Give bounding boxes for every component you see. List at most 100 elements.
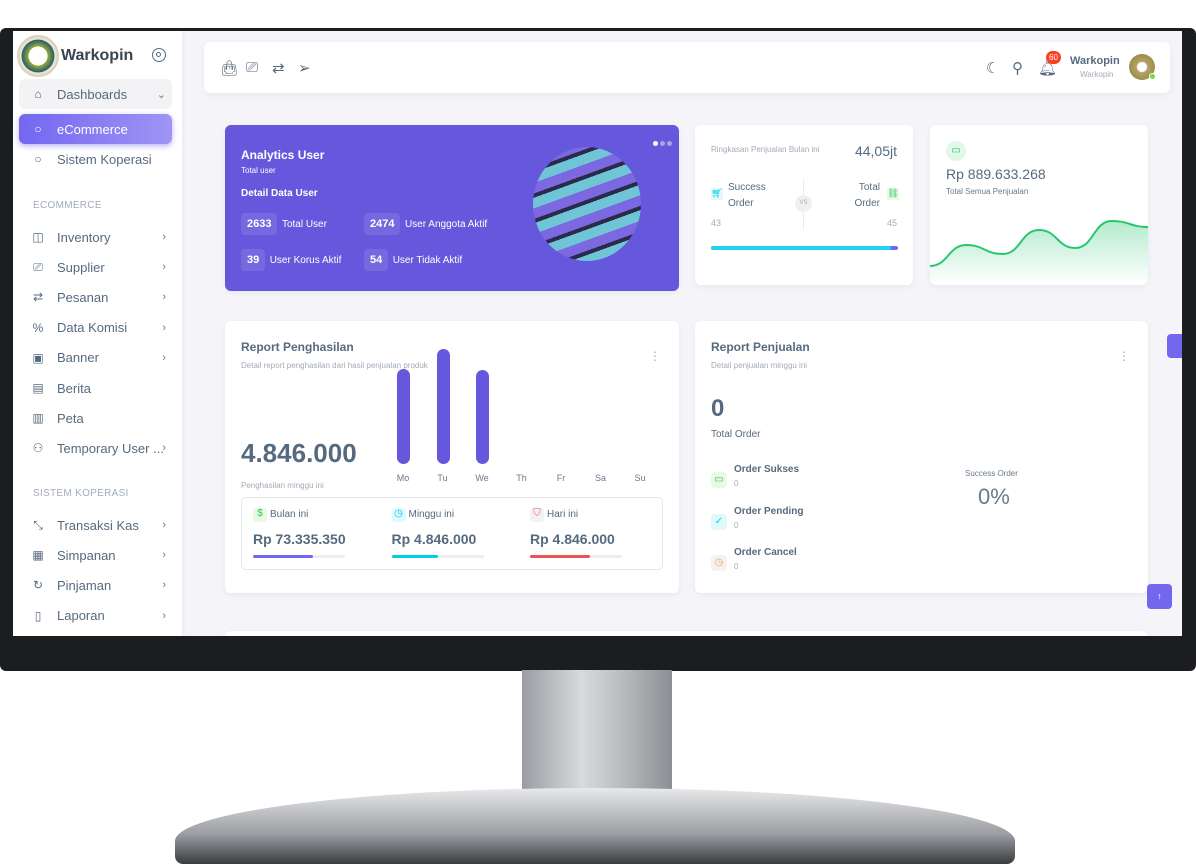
summary-progress xyxy=(530,555,622,558)
moon-icon[interactable]: ☾ xyxy=(986,59,999,77)
report-penjualan-card: Report Penjualan Detail penjualan minggu… xyxy=(695,321,1148,593)
chevron-right-icon: › xyxy=(162,231,166,243)
file-text-icon: ▤ xyxy=(32,381,44,395)
chevron-right-icon: › xyxy=(162,321,166,334)
sidebar-item[interactable]: ◫ Inventory › xyxy=(19,222,172,252)
bar-Tu xyxy=(436,349,450,464)
next-row-card xyxy=(225,631,1148,636)
chevron-right-icon: › xyxy=(162,291,166,304)
sidebar-item-ecommerce[interactable]: ○ eCommerce xyxy=(19,114,172,144)
success-order-percent: 0% xyxy=(978,484,1010,509)
summary-label: Minggu ini xyxy=(408,509,455,520)
card-title: Analytics User xyxy=(241,148,325,162)
stat-korus-aktif: 39 User Korus Aktif xyxy=(241,249,341,271)
ringkasan-card: Ringkasan Penjualan Bulan ini 44,05jt 🛒︎… xyxy=(695,125,913,285)
stat-tidak-aktif: 54 User Tidak Aktif xyxy=(364,249,462,271)
chevron-right-icon: › xyxy=(162,519,166,531)
summary-progress xyxy=(253,555,345,558)
cast-icon[interactable]: ⎚ xyxy=(246,59,258,76)
day-label: Fr xyxy=(556,473,566,483)
day-label: Sa xyxy=(594,473,606,483)
repeat-icon[interactable]: ⇄ xyxy=(272,59,285,77)
home-icon: ⌂ xyxy=(34,87,42,101)
sidebar-item[interactable]: ↻ Pinjaman › xyxy=(19,570,172,600)
circle-icon: ○ xyxy=(34,122,42,136)
summary-value: Rp 4.846.000 xyxy=(391,531,477,547)
analytics-user-card: Analytics User Total user Detail Data Us… xyxy=(225,125,679,291)
shopping-bag-icon: ◫ xyxy=(32,230,44,244)
bar-We xyxy=(476,369,489,464)
ringkasan-value: 44,05jt xyxy=(854,143,897,159)
avatar[interactable] xyxy=(1129,54,1156,80)
day-label: Mo xyxy=(396,473,410,483)
sidebar-item-dashboards[interactable]: ⌂ Dashboards ⌄ xyxy=(19,79,172,109)
card-title: Report Penjualan xyxy=(711,340,810,354)
cast-icon: ⎚ xyxy=(33,260,43,275)
sidebar-item[interactable]: ▤ Berita xyxy=(19,373,172,403)
warkopin-logo xyxy=(17,35,59,77)
summary-progress xyxy=(391,555,484,558)
screen: Warkopin ⌂ Dashboards ⌄ ○ eCommerce ○ Sistem… xyxy=(13,31,1182,636)
sidebar-item[interactable]: ▯ Laporan › xyxy=(19,601,172,631)
user-role: Warkopin xyxy=(1080,70,1114,79)
order-value: 0 xyxy=(734,562,739,571)
sidebar-item[interactable]: ▥ Peta xyxy=(19,403,172,433)
carousel-dots[interactable] xyxy=(653,141,672,146)
summary-label: Bulan ini xyxy=(270,509,309,520)
brand-name: Warkopin xyxy=(61,47,134,64)
stat-total-user: 2633 Total User xyxy=(241,213,327,235)
detail-title: Detail Data User xyxy=(241,188,318,199)
more-vertical-icon[interactable]: ⋮ xyxy=(1118,349,1130,363)
total-sales-card: ▭ Rp 889.633.268 Total Semua Penjualan xyxy=(930,125,1148,285)
vs-badge: VS xyxy=(795,195,812,212)
chevron-right-icon: › xyxy=(162,579,166,592)
dollar-icon: $ xyxy=(253,508,267,522)
order-label: Order Pending xyxy=(734,505,804,517)
order-value: 0 xyxy=(734,520,739,530)
sidebar-item[interactable]: ▦ Simpanan › xyxy=(19,540,172,570)
circle-icon: ○ xyxy=(34,152,42,166)
clock-icon: ◷ xyxy=(711,555,727,571)
summary-value: Rp 4.846.000 xyxy=(530,531,615,547)
sales-area-chart xyxy=(930,219,1148,285)
weekly-income-label: Penghasilan minggu ini xyxy=(241,481,324,490)
cart-icon: 🛒︎ xyxy=(711,188,723,200)
card-title: Ringkasan Penjualan Bulan ini xyxy=(711,145,820,154)
sidebar-item[interactable]: ⚇ Temporary User ... › xyxy=(19,433,172,463)
sidebar-toggle-icon[interactable] xyxy=(152,48,166,62)
summary-label: Hari ini xyxy=(547,509,579,520)
card-title: Report Penghasilan xyxy=(241,340,354,354)
send-icon[interactable]: ➢ xyxy=(298,59,311,77)
report-penghasilan-card: Report Penghasilan Detail report penghas… xyxy=(225,321,679,593)
chevron-right-icon: › xyxy=(162,442,166,455)
day-label: Th xyxy=(516,473,527,483)
sidebar-item[interactable]: ▣ Banner › xyxy=(19,343,172,373)
user-name: Warkopin xyxy=(1070,55,1120,67)
notification-badge: 60 xyxy=(1046,51,1061,64)
more-vertical-icon[interactable]: ⋮ xyxy=(649,349,661,363)
card-subtitle: Detail penjualan minggu ini xyxy=(711,361,808,370)
weekly-income-value: 4.846.000 xyxy=(241,438,357,468)
bar-Mo xyxy=(397,368,410,464)
success-order-label: Success Order xyxy=(728,182,766,209)
top-navbar: 👜︎ ⎚ ⇄ ➢ ☾ ⚲ 🔔︎ 60 Warkopin Warkopin xyxy=(204,42,1170,93)
total-sales-value: Rp 889.633.268 xyxy=(946,166,1046,182)
refresh-icon: ↻ xyxy=(32,578,44,593)
success-order-label: Success Order xyxy=(965,469,1018,478)
order-label: Order Sukses xyxy=(734,464,800,475)
sidebar-item-sistem-koperasi[interactable]: ○ Sistem Koperasi xyxy=(19,144,172,174)
sidebar-item[interactable]: ⤡ Transaksi Kas › xyxy=(19,510,172,540)
file-icon: ▯ xyxy=(34,608,42,623)
section-koperasi: SISTEM KOPERASI xyxy=(33,488,129,499)
total-order-value: 45 xyxy=(886,218,897,228)
stat-anggota-aktif: 2474 User Anggota Aktif xyxy=(364,213,487,235)
section-ecommerce: ECOMMERCE xyxy=(33,200,102,211)
scroll-top-button[interactable]: ↑ xyxy=(1147,584,1172,609)
customizer-button[interactable] xyxy=(1167,334,1182,358)
sidebar-item[interactable]: % Data Komisi › xyxy=(19,313,172,343)
shopping-bag-icon[interactable]: 👜︎ xyxy=(220,59,239,77)
percent-icon: % xyxy=(32,320,44,335)
sidebar-item[interactable]: ⎚ Supplier › xyxy=(19,252,172,282)
sidebar-item[interactable]: ⇄ Pesanan › xyxy=(19,282,172,312)
search-icon[interactable]: ⚲ xyxy=(1012,59,1023,77)
